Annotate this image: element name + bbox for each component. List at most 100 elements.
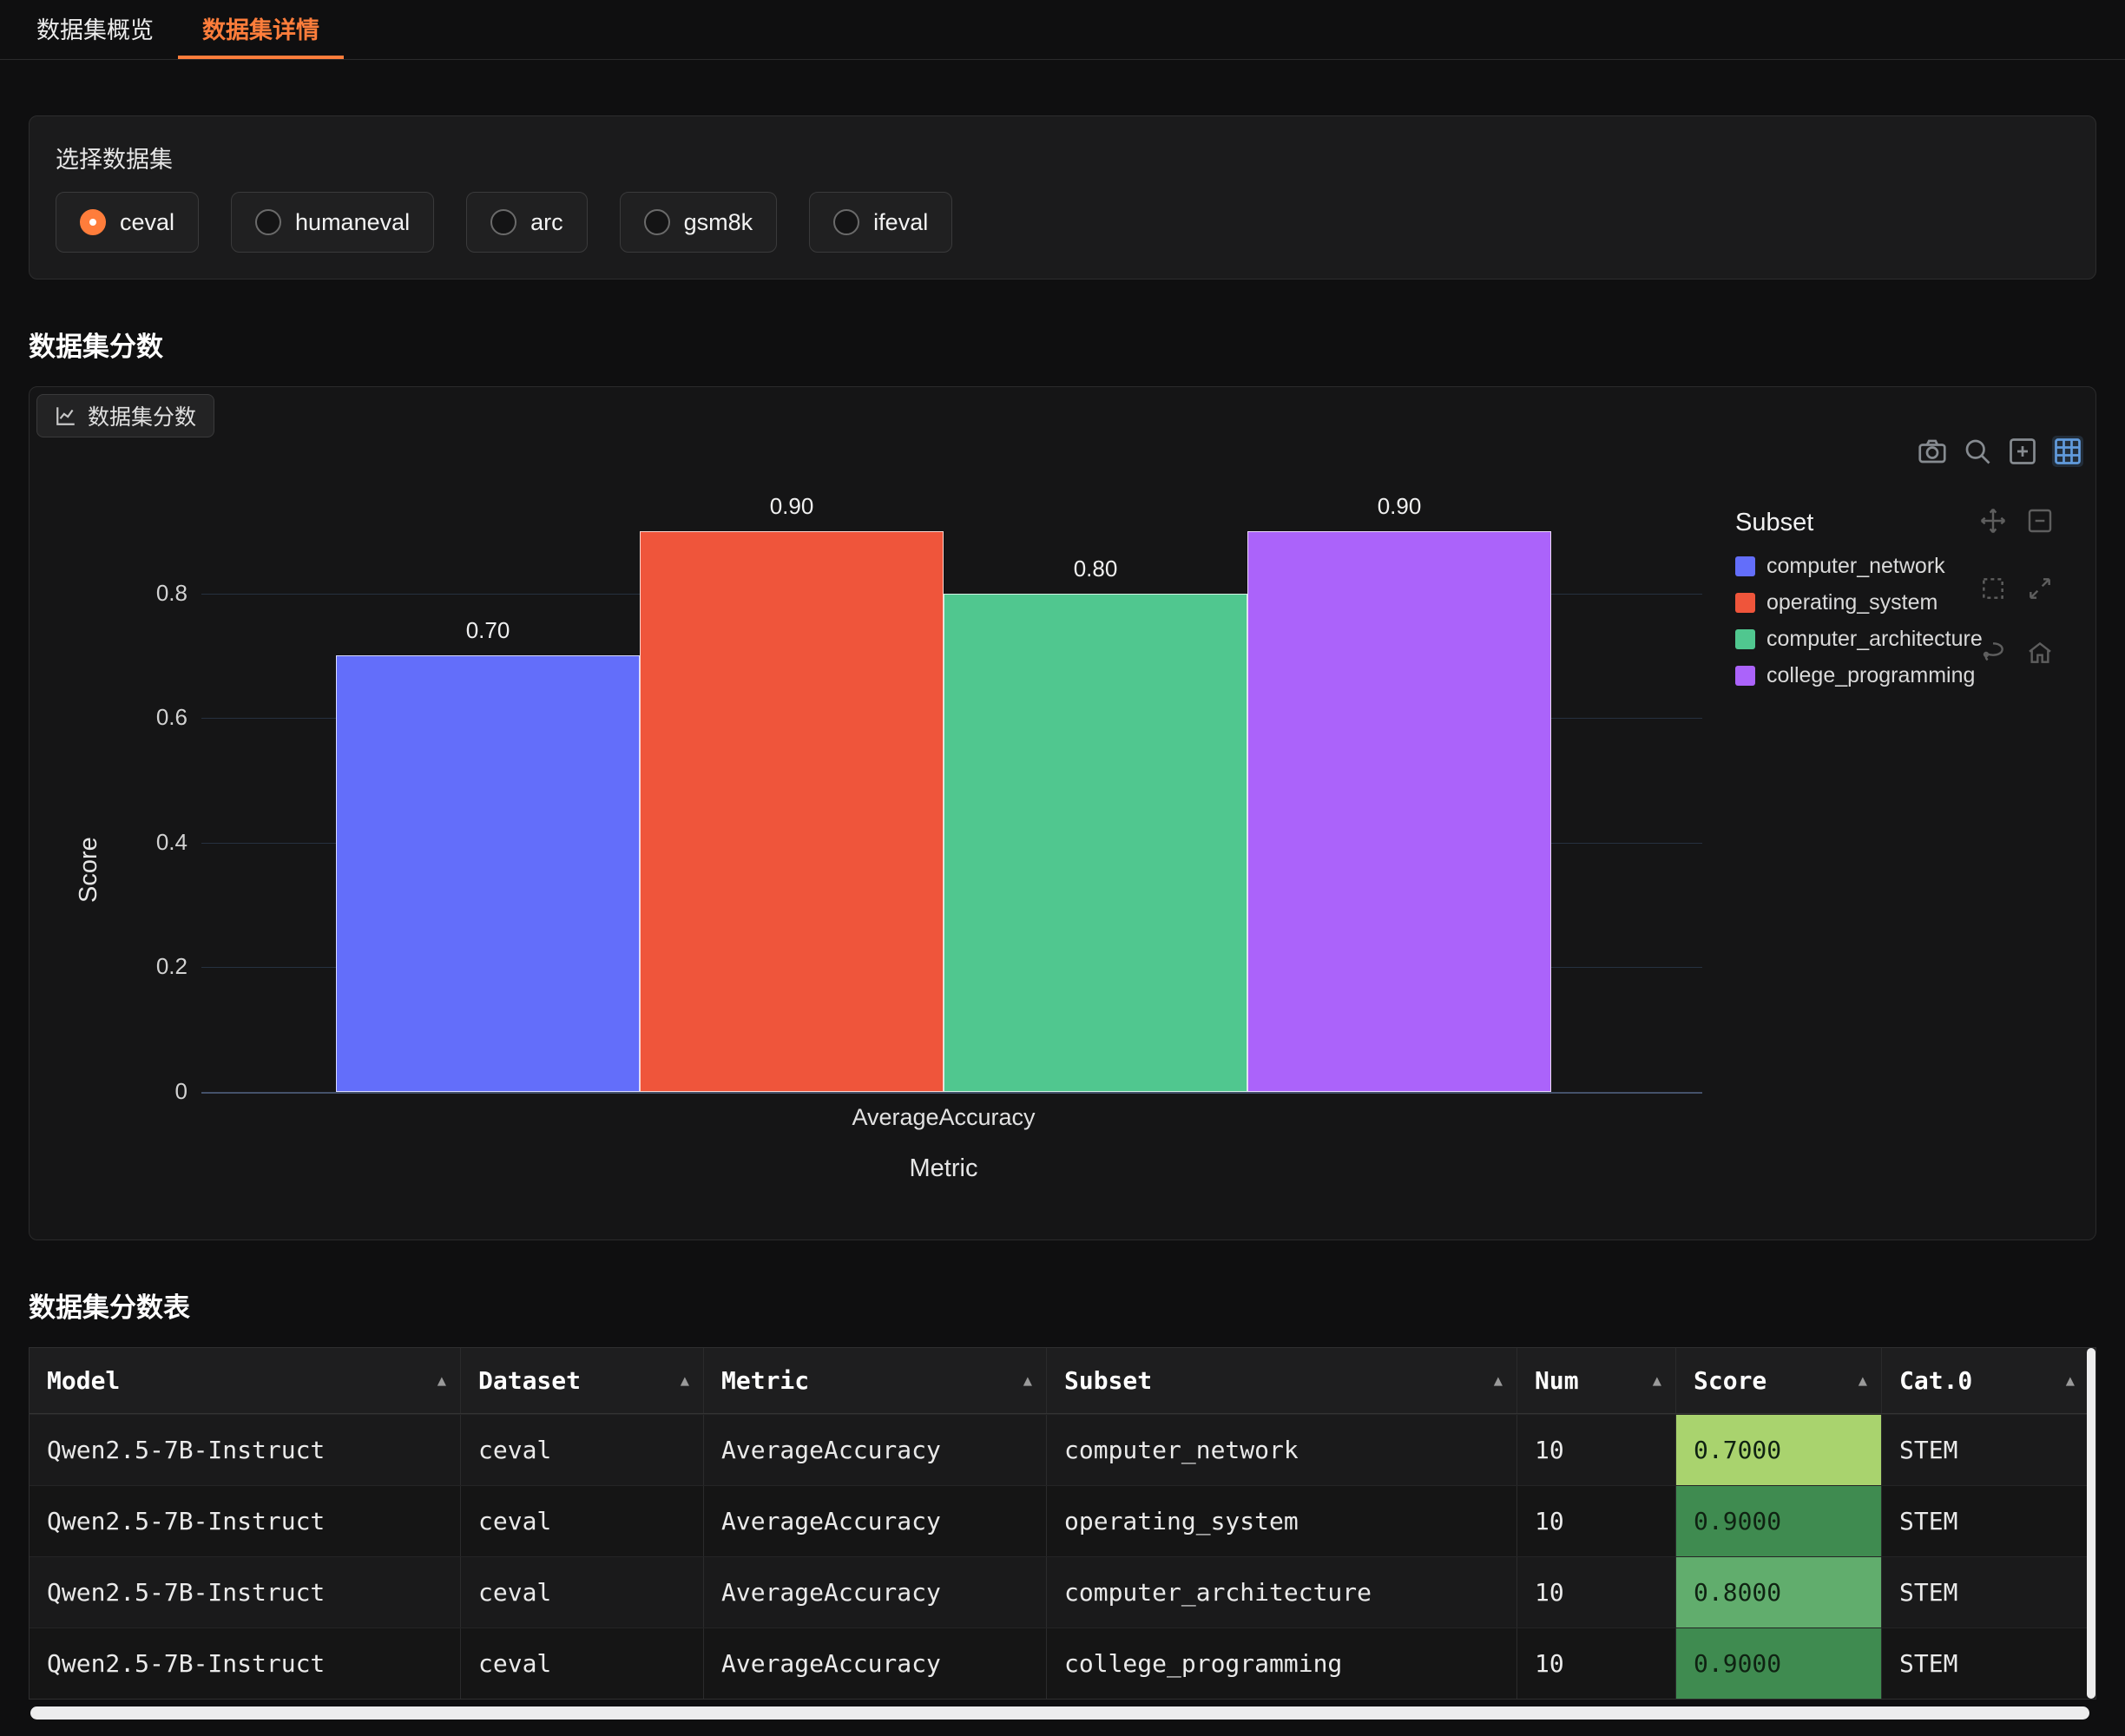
- bar-operating_system[interactable]: [640, 531, 944, 1092]
- cell-subset: computer_architecture: [1047, 1557, 1517, 1628]
- bar-value-label: 0.70: [336, 617, 640, 644]
- dataset-option-label: gsm8k: [684, 209, 753, 236]
- dataset-option-humaneval[interactable]: humaneval: [231, 192, 434, 253]
- sort-asc-icon[interactable]: ▲: [681, 1372, 689, 1390]
- table-row[interactable]: Qwen2.5-7B-InstructcevalAverageAccuracyc…: [30, 1628, 2095, 1699]
- table-row[interactable]: Qwen2.5-7B-InstructcevalAverageAccuracyc…: [30, 1556, 2095, 1628]
- cell-dataset: ceval: [461, 1415, 704, 1485]
- bar-college_programming[interactable]: [1247, 531, 1551, 1092]
- cell-model: Qwen2.5-7B-Instruct: [30, 1486, 461, 1556]
- legend-item-computer_architecture[interactable]: computer_architecture: [1735, 621, 1983, 657]
- header-cat0[interactable]: Cat.0 ▲: [1882, 1348, 2089, 1413]
- cell-model: Qwen2.5-7B-Instruct: [30, 1557, 461, 1628]
- dataset-option-gsm8k[interactable]: gsm8k: [620, 192, 778, 253]
- cell-subset: operating_system: [1047, 1486, 1517, 1556]
- cell-num: 10: [1517, 1557, 1676, 1628]
- header-metric[interactable]: Metric ▲: [704, 1348, 1047, 1413]
- legend-label: operating_system: [1766, 590, 1938, 615]
- table-body: Qwen2.5-7B-InstructcevalAverageAccuracyc…: [30, 1414, 2095, 1699]
- table-vertical-scrollbar[interactable]: [2087, 1348, 2095, 1699]
- header-dataset[interactable]: Dataset ▲: [461, 1348, 704, 1413]
- table-row[interactable]: Qwen2.5-7B-InstructcevalAverageAccuracyo…: [30, 1485, 2095, 1556]
- cell-score: 0.9000: [1676, 1628, 1882, 1699]
- header-model[interactable]: Model ▲: [30, 1348, 461, 1413]
- cell-score: 0.8000: [1676, 1557, 1882, 1628]
- header-label: Cat.0: [1899, 1366, 1972, 1395]
- header-subset[interactable]: Subset▲: [1047, 1348, 1517, 1413]
- bar-computer_architecture[interactable]: [944, 594, 1247, 1092]
- y-tick-label: 0: [30, 1078, 188, 1105]
- header-num[interactable]: Num▲: [1517, 1348, 1676, 1413]
- header-label: Dataset: [478, 1366, 581, 1395]
- header-score[interactable]: Score ▲: [1676, 1348, 1882, 1413]
- sort-asc-icon[interactable]: ▲: [1859, 1372, 1867, 1390]
- legend-swatch: [1735, 666, 1755, 686]
- dataset-option-label: humaneval: [295, 209, 410, 236]
- cell-num: 10: [1517, 1486, 1676, 1556]
- y-tick-label: 0.8: [30, 580, 188, 607]
- bar-value-label: 0.90: [640, 493, 944, 520]
- dataset-option-label: ceval: [120, 209, 174, 236]
- cell-metric: AverageAccuracy: [704, 1486, 1047, 1556]
- cell-subset: college_programming: [1047, 1628, 1517, 1699]
- data-table-icon[interactable]: [2052, 436, 2083, 467]
- dataset-option-label: ifeval: [873, 209, 928, 236]
- zoom-out-icon[interactable]: [2026, 507, 2054, 535]
- sort-asc-icon[interactable]: ▲: [2066, 1372, 2075, 1390]
- lasso-icon[interactable]: [1979, 639, 2007, 667]
- legend-item-college_programming[interactable]: college_programming: [1735, 657, 1983, 694]
- cell-cat0: STEM: [1882, 1415, 2089, 1485]
- horizontal-scrollbar-thumb[interactable]: [30, 1706, 2089, 1720]
- legend-label: college_programming: [1766, 663, 1975, 688]
- cell-dataset: ceval: [461, 1628, 704, 1699]
- cell-score: 0.9000: [1676, 1486, 1882, 1556]
- bar-value-label: 0.90: [1247, 493, 1551, 520]
- pan-icon[interactable]: [1979, 507, 2007, 535]
- cell-cat0: STEM: [1882, 1557, 2089, 1628]
- legend-swatch: [1735, 629, 1755, 649]
- cell-score: 0.7000: [1676, 1415, 1882, 1485]
- zoom-in-icon[interactable]: [2007, 436, 2038, 467]
- dataset-option-label: arc: [530, 209, 563, 236]
- header-label: Score: [1694, 1366, 1766, 1395]
- tab-dataset-details[interactable]: 数据集详情: [178, 0, 344, 59]
- legend-swatch: [1735, 556, 1755, 576]
- dataset-selector-panel: 选择数据集 cevalhumanevalarcgsm8kifeval: [29, 115, 2096, 279]
- sort-asc-icon[interactable]: ▲: [438, 1372, 446, 1390]
- x-tick-label: AverageAccuracy: [336, 1104, 1551, 1131]
- cell-model: Qwen2.5-7B-Instruct: [30, 1415, 461, 1485]
- dataset-option-arc[interactable]: arc: [466, 192, 588, 253]
- plot-area: Score AverageAccuracy Metric Subset comp…: [30, 387, 2095, 1240]
- zoom-icon[interactable]: [1962, 436, 1993, 467]
- table-row[interactable]: Qwen2.5-7B-InstructcevalAverageAccuracyc…: [30, 1414, 2095, 1485]
- sort-asc-icon[interactable]: ▲: [1494, 1372, 1503, 1390]
- sort-asc-icon[interactable]: ▲: [1023, 1372, 1032, 1390]
- radio-icon: [833, 209, 859, 235]
- cell-dataset: ceval: [461, 1486, 704, 1556]
- cell-metric: AverageAccuracy: [704, 1628, 1047, 1699]
- box-select-icon[interactable]: [1979, 575, 2007, 602]
- legend-item-operating_system[interactable]: operating_system: [1735, 584, 1983, 621]
- table-horizontal-scrollbar[interactable]: [29, 1706, 2096, 1720]
- radio-icon: [255, 209, 281, 235]
- cell-cat0: STEM: [1882, 1486, 2089, 1556]
- radio-icon: [644, 209, 670, 235]
- camera-icon[interactable]: [1917, 436, 1948, 467]
- dataset-option-ceval[interactable]: ceval: [56, 192, 199, 253]
- radio-icon: [80, 209, 106, 235]
- chart-tab[interactable]: 数据集分数: [36, 394, 214, 437]
- header-label: Metric: [721, 1366, 809, 1395]
- dataset-option-ifeval[interactable]: ifeval: [809, 192, 952, 253]
- autoscale-icon[interactable]: [2026, 575, 2054, 602]
- header-label: Model: [47, 1366, 120, 1395]
- x-axis-title: Metric: [336, 1154, 1551, 1183]
- cell-metric: AverageAccuracy: [704, 1557, 1047, 1628]
- sort-asc-icon[interactable]: ▲: [1653, 1372, 1661, 1390]
- tab-dataset-overview[interactable]: 数据集概览: [12, 0, 178, 59]
- cell-num: 10: [1517, 1415, 1676, 1485]
- bar-computer_network[interactable]: [336, 655, 640, 1092]
- cell-cat0: STEM: [1882, 1628, 2089, 1699]
- legend-label: computer_architecture: [1766, 627, 1983, 652]
- legend-item-computer_network[interactable]: computer_network: [1735, 548, 1983, 584]
- reset-home-icon[interactable]: [2026, 639, 2054, 667]
